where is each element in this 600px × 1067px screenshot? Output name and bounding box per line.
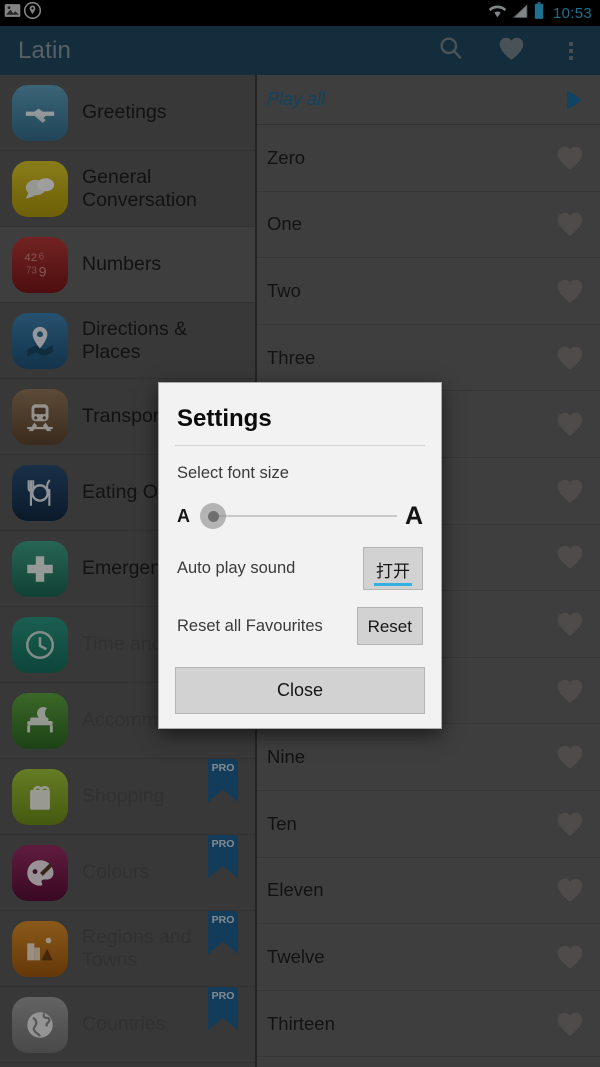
font-large-glyph: A: [404, 501, 423, 530]
slider-thumb[interactable]: [200, 503, 226, 529]
dialog-divider: [175, 445, 425, 446]
font-size-label: Select font size: [177, 464, 289, 482]
reset-favourites-row: Reset all Favourites Reset: [177, 603, 423, 649]
auto-play-label: Auto play sound: [177, 558, 296, 577]
slider-track: [212, 515, 397, 517]
reset-button[interactable]: Reset: [356, 607, 423, 645]
dialog-title: Settings: [177, 405, 272, 432]
app-root: 10:53 Latin Greetings General Conversati…: [0, 0, 600, 1067]
auto-play-row: Auto play sound 打开: [177, 545, 423, 591]
reset-favourites-label: Reset all Favourites: [177, 616, 323, 635]
auto-play-toggle-button[interactable]: 打开: [363, 546, 423, 590]
font-small-glyph: A: [177, 505, 190, 526]
font-size-slider[interactable]: [198, 499, 397, 533]
settings-dialog: Settings Select font size A A Auto play …: [158, 382, 442, 729]
dialog-body: Select font size A A Auto play sound 打开 …: [159, 464, 441, 649]
font-size-slider-row[interactable]: A A: [177, 499, 423, 533]
close-button[interactable]: Close: [175, 667, 425, 714]
